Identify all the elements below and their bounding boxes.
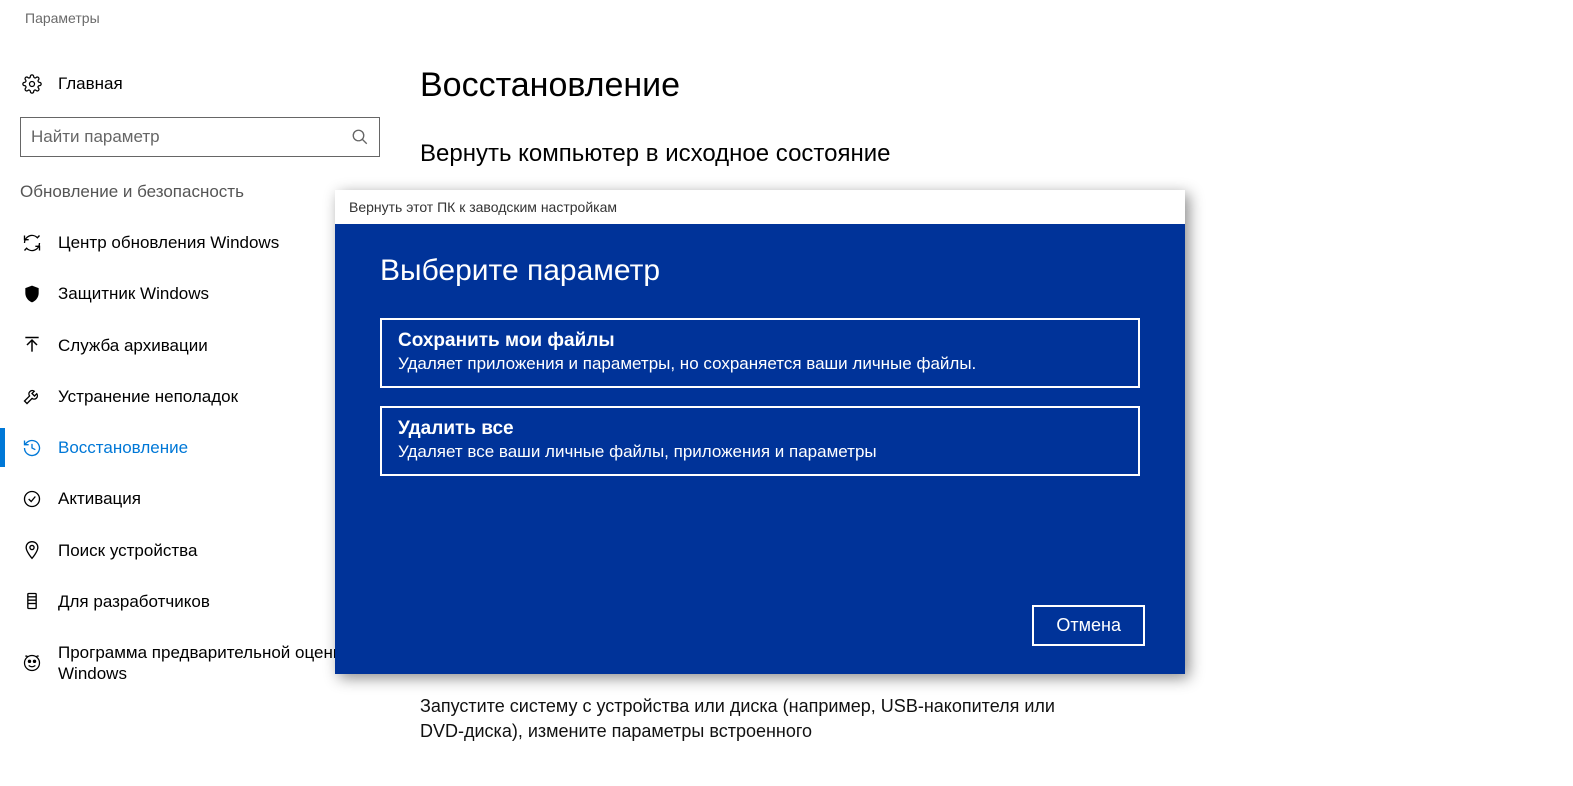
option-keep-files[interactable]: Сохранить мои файлы Удаляет приложения и… xyxy=(380,318,1140,388)
reset-heading: Вернуть компьютер в исходное состояние xyxy=(420,140,1080,168)
sidebar-item-label: Поиск устройства xyxy=(58,540,197,561)
sidebar-home[interactable]: Главная xyxy=(0,66,400,102)
dialog-body: Выберите параметр Сохранить мои файлы Уд… xyxy=(335,224,1185,674)
search-box[interactable] xyxy=(20,117,380,157)
option-desc: Удаляет все ваши личные файлы, приложени… xyxy=(398,442,1122,462)
check-circle-icon xyxy=(20,489,44,509)
advanced-text: Запустите систему с устройства или диска… xyxy=(420,694,1080,744)
sidebar-item-label: Восстановление xyxy=(58,437,188,458)
shield-icon xyxy=(20,284,44,304)
sidebar-item-label: Защитник Windows xyxy=(58,283,209,304)
sidebar-home-label: Главная xyxy=(58,74,123,94)
sidebar-item-label: Центр обновления Windows xyxy=(58,232,279,253)
page-title: Восстановление xyxy=(420,66,1080,105)
location-icon xyxy=(20,540,44,560)
code-icon xyxy=(20,591,44,611)
option-title: Сохранить мои файлы xyxy=(398,330,1122,352)
reset-dialog: Вернуть этот ПК к заводским настройкам В… xyxy=(335,190,1185,674)
sidebar-item-label: Активация xyxy=(58,488,141,509)
sidebar-item-label: Для разработчиков xyxy=(58,591,210,612)
sidebar-item-label: Служба архивации xyxy=(58,335,208,356)
wrench-icon xyxy=(20,386,44,406)
cancel-button[interactable]: Отмена xyxy=(1032,605,1145,646)
search-icon xyxy=(351,128,369,146)
sidebar-item-label: Программа предварительной оценки Windows xyxy=(58,642,380,685)
dialog-heading: Выберите параметр xyxy=(380,254,1140,288)
history-icon xyxy=(20,438,44,458)
upload-icon xyxy=(20,335,44,355)
sidebar-item-label: Устранение неполадок xyxy=(58,386,238,407)
search-input[interactable] xyxy=(31,127,351,147)
dialog-titlebar: Вернуть этот ПК к заводским настройкам xyxy=(335,190,1185,224)
option-desc: Удаляет приложения и параметры, но сохра… xyxy=(398,354,1122,374)
sync-icon xyxy=(20,233,44,253)
insider-icon xyxy=(20,653,44,673)
option-title: Удалить все xyxy=(398,418,1122,440)
gear-icon xyxy=(20,74,44,94)
option-remove-all[interactable]: Удалить все Удаляет все ваши личные файл… xyxy=(380,406,1140,476)
window-title: Параметры xyxy=(0,0,1573,26)
